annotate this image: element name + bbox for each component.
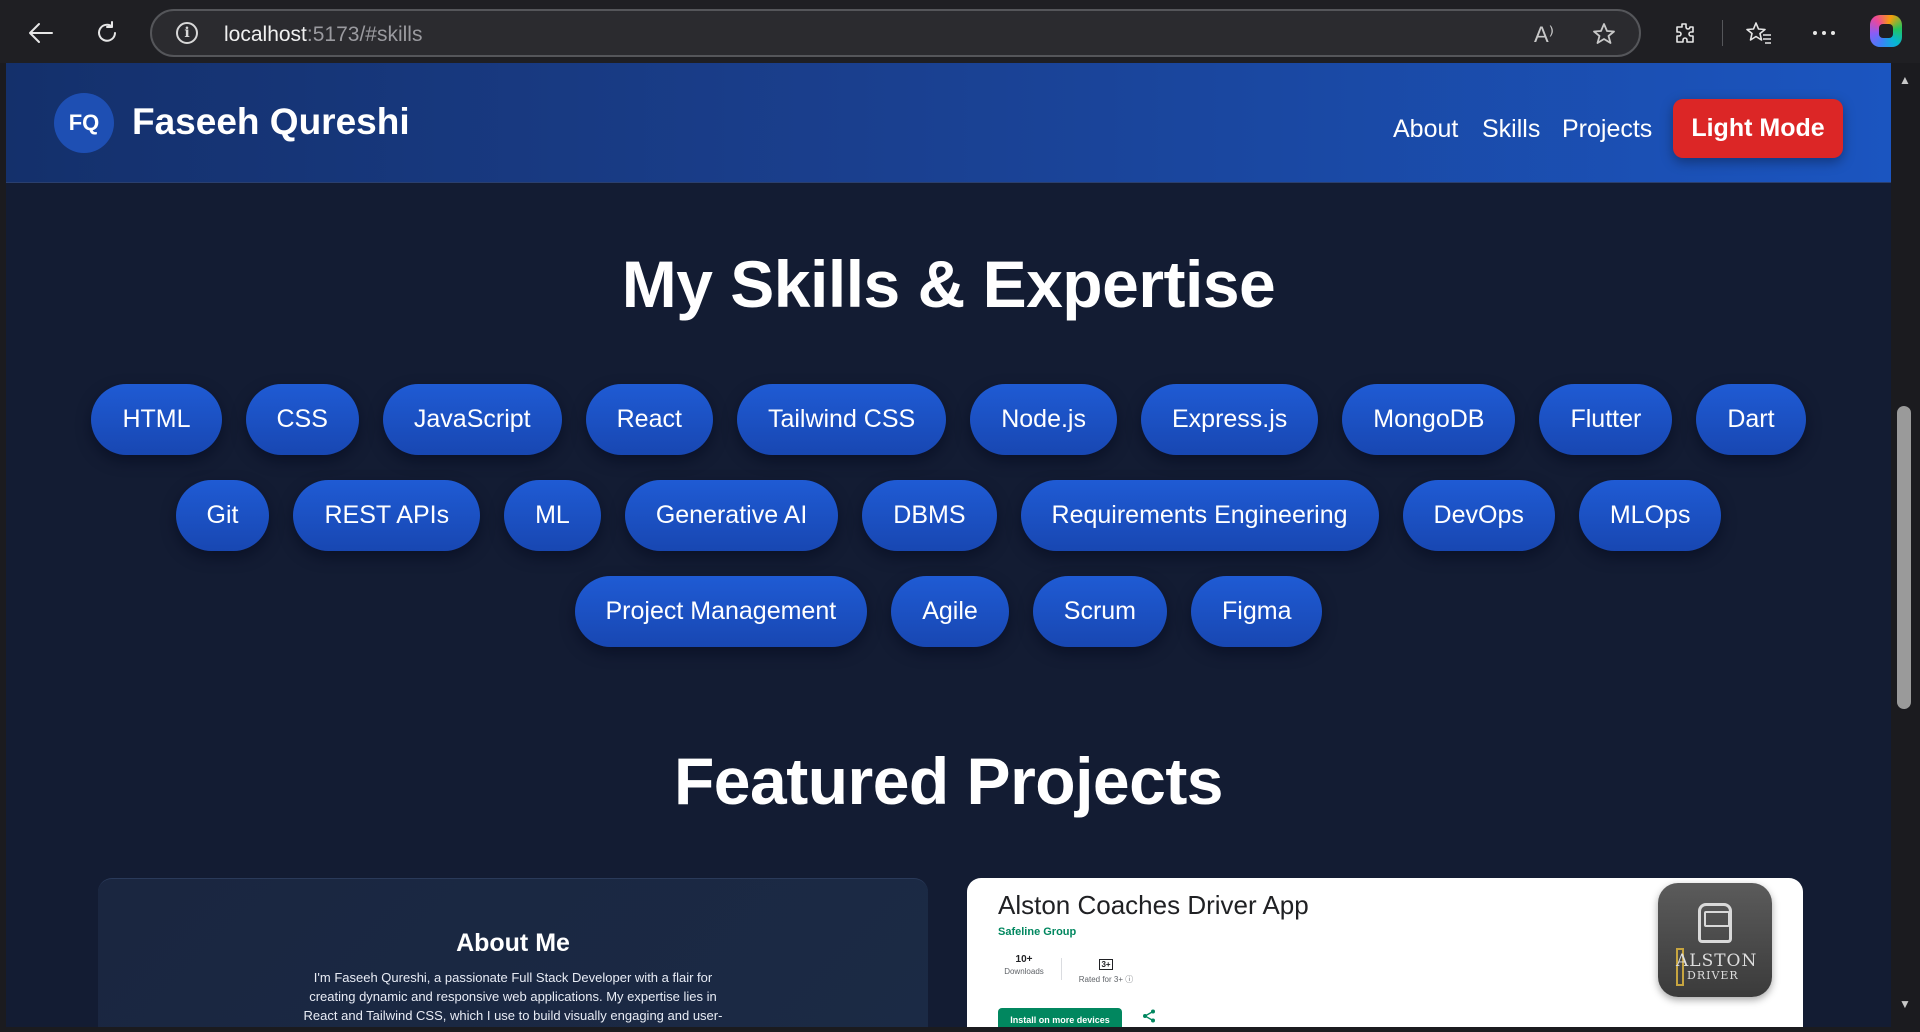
skill-pill[interactable]: Express.js (1140, 384, 1319, 455)
project-developer[interactable]: Safeline Group (998, 926, 1076, 938)
downloads-label: Downloads (1004, 967, 1044, 976)
skills-list: HTML CSS JavaScript React Tailwind CSS Node.j… (6, 384, 1891, 672)
skill-pill[interactable]: Agile (891, 576, 1009, 647)
app-icon-text-alston: ALSTON (1676, 951, 1758, 971)
app-icon: ALSTON DRIVER (1658, 883, 1772, 997)
about-me-card[interactable]: About Me I'm Faseeh Qureshi, a passionat… (98, 878, 928, 1027)
favorite-star-icon[interactable] (1592, 22, 1616, 52)
skills-row: Project Management Agile Scrum Figma (6, 576, 1891, 647)
skill-pill[interactable]: Dart (1696, 384, 1806, 455)
skills-title: My Skills & Expertise (621, 247, 1276, 321)
downloads-stat: 10+ Downloads (998, 954, 1050, 976)
url-text[interactable]: localhost:5173/#skills (224, 23, 422, 47)
more-options-icon[interactable] (1805, 14, 1843, 52)
page-scrollbar[interactable]: ▲ ▼ (1891, 63, 1920, 1032)
skill-pill[interactable]: React (585, 384, 713, 455)
toolbar-divider (1722, 20, 1723, 46)
about-heading: About Me (456, 929, 570, 957)
app-icon-text-driver: DRIVER (1687, 969, 1739, 982)
favorites-icon[interactable] (1740, 14, 1778, 52)
skill-pill[interactable]: MongoDB (1342, 384, 1516, 455)
rating-stat: 3+ Rated for 3+ ⓘ (1073, 954, 1139, 985)
skill-pill[interactable]: DevOps (1402, 480, 1555, 551)
read-aloud-icon[interactable]: A⁾ (1534, 22, 1554, 48)
skill-pill[interactable]: Requirements Engineering (1020, 480, 1379, 551)
skill-pill[interactable]: Project Management (574, 576, 868, 647)
nav-link-projects[interactable]: Projects (1562, 115, 1652, 144)
browser-toolbar: i localhost:5173/#skills A⁾ (0, 0, 1920, 63)
refresh-icon[interactable] (88, 14, 126, 52)
skill-pill[interactable]: CSS (245, 384, 359, 455)
skill-pill[interactable]: Tailwind CSS (736, 384, 947, 455)
back-icon[interactable] (22, 14, 60, 52)
url-host: localhost (224, 23, 307, 46)
install-button[interactable]: Install on more devices (998, 1008, 1122, 1027)
light-mode-button[interactable]: Light Mode (1673, 99, 1843, 158)
skill-pill[interactable]: JavaScript (382, 384, 562, 455)
project-app-title: Alston Coaches Driver App (998, 890, 1309, 920)
rating-label: Rated for 3+ ⓘ (1078, 975, 1134, 984)
brand-name[interactable]: Faseeh Qureshi (132, 101, 410, 143)
skill-pill[interactable]: Figma (1191, 576, 1323, 647)
skill-pill[interactable]: HTML (91, 384, 222, 455)
skill-pill[interactable]: ML (504, 480, 601, 551)
skill-pill[interactable]: REST APIs (293, 480, 481, 551)
nav-link-skills[interactable]: Skills (1482, 115, 1540, 144)
project-card-alston[interactable]: Alston Coaches Driver App Safeline Group… (967, 878, 1803, 1027)
url-path: :5173/#skills (306, 23, 423, 46)
rating-value: 3+ (1099, 959, 1113, 970)
bus-icon (1698, 903, 1732, 943)
stat-divider (1061, 958, 1062, 980)
downloads-value: 10+ (1015, 954, 1033, 965)
skills-row: Git REST APIs ML Generative AI DBMS Requireme… (6, 480, 1891, 551)
share-icon[interactable] (1142, 1009, 1156, 1026)
skill-pill[interactable]: Node.js (970, 384, 1117, 455)
skills-row: HTML CSS JavaScript React Tailwind CSS Node.j… (6, 384, 1891, 455)
page-viewport: FQ Faseeh Qureshi About Skills Projects … (6, 63, 1891, 1027)
skill-pill[interactable]: DBMS (862, 480, 997, 551)
skill-pill[interactable]: Scrum (1032, 576, 1168, 647)
projects-title: Featured Projects (673, 744, 1224, 818)
extensions-icon[interactable] (1666, 14, 1704, 52)
scroll-up-arrow-icon[interactable]: ▲ (1899, 73, 1911, 87)
copilot-icon[interactable] (1870, 15, 1902, 47)
skill-pill[interactable]: Git (175, 480, 270, 551)
logo-badge[interactable]: FQ (54, 93, 114, 153)
skill-pill[interactable]: Flutter (1539, 384, 1673, 455)
scroll-down-arrow-icon[interactable]: ▼ (1899, 997, 1911, 1011)
skill-pill[interactable]: MLOps (1578, 480, 1722, 551)
site-navbar: FQ Faseeh Qureshi About Skills Projects … (6, 63, 1891, 183)
nav-link-about[interactable]: About (1393, 115, 1458, 144)
address-bar[interactable]: i localhost:5173/#skills A⁾ (150, 9, 1641, 57)
site-info-icon[interactable]: i (176, 22, 198, 44)
scroll-thumb[interactable] (1897, 406, 1911, 709)
skill-pill[interactable]: Generative AI (624, 480, 839, 551)
about-text: I'm Faseeh Qureshi, a passionate Full St… (303, 970, 723, 1023)
